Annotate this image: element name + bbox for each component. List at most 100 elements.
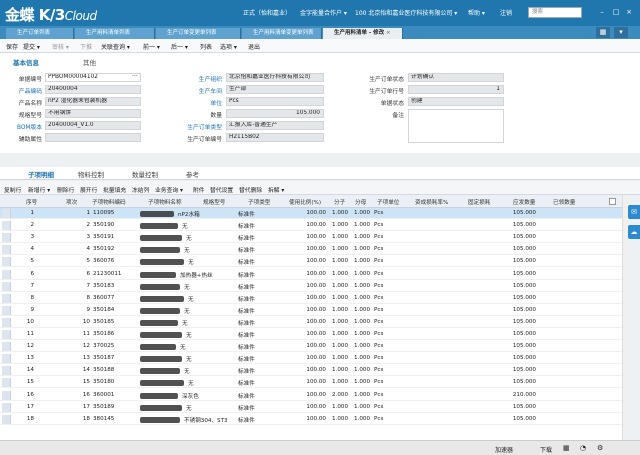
cell-qty[interactable]: 105.000 — [500, 319, 536, 325]
cell-seq[interactable]: 6 — [20, 271, 34, 277]
table-row[interactable]: 11 11 350186 无标准件 100.00 1.000 1.000 Pcs 105.000 — [0, 329, 622, 340]
cell-item[interactable]: 10 — [60, 319, 90, 325]
row-selector[interactable] — [2, 366, 11, 376]
bill-no-field[interactable]: PPBOM00004102 — [45, 73, 141, 82]
table-row[interactable]: 14 14 350188 无标准件 100.00 1.000 1.000 Pcs 105.000 — [0, 365, 622, 377]
cell-name-tail[interactable]: 无 — [186, 355, 231, 363]
cell-code[interactable]: 360001 — [93, 392, 133, 398]
topnav-organization[interactable]: 100 北京怡和嘉业医疗科技有限公司 ▾ — [355, 8, 457, 17]
row-selector[interactable] — [2, 317, 11, 327]
cell-item[interactable]: 11 — [60, 331, 90, 337]
cell-type[interactable]: 标准件 — [238, 379, 278, 387]
cell-seq[interactable]: 1 — [20, 210, 34, 216]
cell-item[interactable]: 8 — [60, 295, 90, 301]
cell-num[interactable]: 1.000 — [328, 355, 348, 361]
cell-code[interactable]: 110095 — [93, 210, 133, 216]
copy-row-button[interactable]: 复制行 — [4, 185, 21, 194]
cell-ratio[interactable]: 100.00 — [290, 367, 326, 373]
cell-den[interactable]: 1.000 — [350, 246, 370, 252]
cell-name-tail[interactable]: 无 — [184, 283, 229, 291]
cell-unit[interactable]: Pcs — [374, 331, 398, 337]
cell-item[interactable]: 4 — [60, 246, 90, 252]
next-button[interactable]: 后一 ▾ — [171, 42, 188, 51]
cell-item[interactable]: 1 — [60, 210, 90, 216]
cell-unit[interactable]: Pcs — [374, 343, 398, 349]
tab-material-control[interactable]: 物料控制 — [78, 169, 104, 179]
qty-field[interactable]: 105.000 — [226, 109, 324, 118]
cell-num[interactable]: 1.000 — [328, 367, 348, 373]
bom-field[interactable]: 20400004_V1.0 — [45, 121, 141, 130]
cell-unit[interactable]: Pcs — [374, 379, 398, 385]
cell-den[interactable]: 1.000 — [350, 258, 370, 264]
table-row[interactable]: 17 17 350189 无标准件 100.00 1.000 1.000 Pcs 105.000 — [0, 402, 622, 413]
cell-type[interactable]: 标准件 — [238, 271, 278, 279]
batch-fill-button[interactable]: 批量填充 — [103, 185, 126, 194]
cell-ratio[interactable]: 100.00 — [290, 343, 326, 349]
cell-name-tail[interactable]: 无 — [188, 258, 233, 266]
previous-button[interactable]: 前一 ▾ — [143, 42, 160, 51]
cell-den[interactable]: 1.000 — [350, 234, 370, 240]
col-received-qty[interactable]: 已领数量 — [553, 198, 575, 206]
cell-item[interactable]: 13 — [60, 355, 90, 361]
row-selector[interactable] — [2, 245, 11, 255]
col-name[interactable]: 子项物料名称 — [148, 198, 182, 206]
cell-ratio[interactable]: 100.00 — [290, 271, 326, 277]
col-unit[interactable]: 子项单位 — [377, 198, 399, 206]
cell-ratio[interactable]: 100.00 — [290, 319, 326, 325]
cell-code[interactable]: 350190 — [93, 222, 133, 228]
cell-name-tail[interactable]: 无 — [184, 307, 229, 315]
tab-close-icon[interactable]: × — [386, 30, 391, 36]
col-denominator[interactable]: 分母 — [355, 198, 366, 206]
cell-item[interactable]: 5 — [60, 258, 90, 264]
cell-den[interactable]: 1.000 — [350, 295, 370, 301]
cell-seq[interactable]: 4 — [20, 246, 34, 252]
cell-qty[interactable]: 105.000 — [500, 234, 536, 240]
cell-seq[interactable]: 3 — [20, 234, 34, 240]
cell-seq[interactable]: 10 — [20, 319, 34, 325]
split-button[interactable]: 拆解 ▾ — [268, 185, 284, 194]
col-type[interactable]: 子项类型 — [248, 198, 270, 206]
cell-unit[interactable]: Pcs — [374, 319, 398, 325]
order-row-field[interactable]: 1 — [408, 85, 504, 94]
doc-status-field[interactable]: 创建 — [408, 97, 504, 106]
cell-unit[interactable]: Pcs — [374, 416, 398, 422]
list-button[interactable]: 列表 — [200, 42, 212, 51]
table-row[interactable]: 4 4 350192 无标准件 100.00 1.000 1.000 Pcs 105.000 — [0, 244, 622, 256]
row-selector[interactable] — [2, 293, 11, 303]
cell-type[interactable]: 标准件 — [238, 404, 278, 412]
row-selector[interactable] — [2, 269, 11, 279]
cell-code[interactable]: 370025 — [93, 343, 133, 349]
table-row[interactable]: 12 12 370025 无标准件 100.00 1.000 1.000 Pcs 105.000 — [0, 341, 622, 353]
row-selector[interactable] — [2, 354, 11, 364]
cell-num[interactable]: 1.000 — [328, 283, 348, 289]
topnav-logout[interactable]: 注销 — [500, 8, 512, 17]
note-field[interactable] — [408, 109, 504, 143]
row-selector[interactable] — [2, 281, 11, 291]
table-row[interactable]: 6 6 21230011 加热器+热丝 标准件 100.00 1.000 1.000 Pcs 10… — [0, 269, 622, 280]
cloud-icon[interactable]: ☁ — [628, 225, 640, 239]
cell-den[interactable]: 1.000 — [350, 271, 370, 277]
cell-type[interactable]: 标准件 — [238, 258, 278, 266]
cell-qty[interactable]: 105.000 — [500, 343, 536, 349]
cell-type[interactable]: 标准件 — [238, 246, 278, 254]
topnav-help[interactable]: 帮助 ▾ — [468, 8, 485, 17]
substitute-set-button[interactable]: 替代设置 — [210, 185, 233, 194]
cell-ratio[interactable]: 100.00 — [290, 295, 326, 301]
cell-type[interactable]: 标准件 — [238, 319, 278, 327]
product-code-field[interactable]: 20400004 — [45, 85, 141, 94]
volume-icon[interactable]: ◔ — [580, 444, 586, 452]
chat-icon[interactable]: ✉ — [628, 205, 640, 219]
cell-type[interactable]: 标准件 — [238, 343, 278, 351]
col-spec[interactable]: 规格型号 — [203, 198, 225, 206]
order-status-field[interactable]: 计划确认 — [408, 73, 504, 82]
col-item[interactable]: 项次 — [66, 198, 77, 206]
cell-name-tail[interactable]: 无 — [188, 295, 233, 303]
cell-den[interactable]: 1.000 — [350, 416, 370, 422]
cell-den[interactable]: 1.000 — [350, 283, 370, 289]
cell-unit[interactable]: Pcs — [374, 210, 398, 216]
workshop-field[interactable]: 生产部 — [226, 85, 324, 94]
options-button[interactable]: 选项 ▾ — [220, 42, 237, 51]
cell-item[interactable]: 9 — [60, 307, 90, 313]
cell-seq[interactable]: 2 — [20, 222, 34, 228]
cell-unit[interactable]: Pcs — [374, 246, 398, 252]
